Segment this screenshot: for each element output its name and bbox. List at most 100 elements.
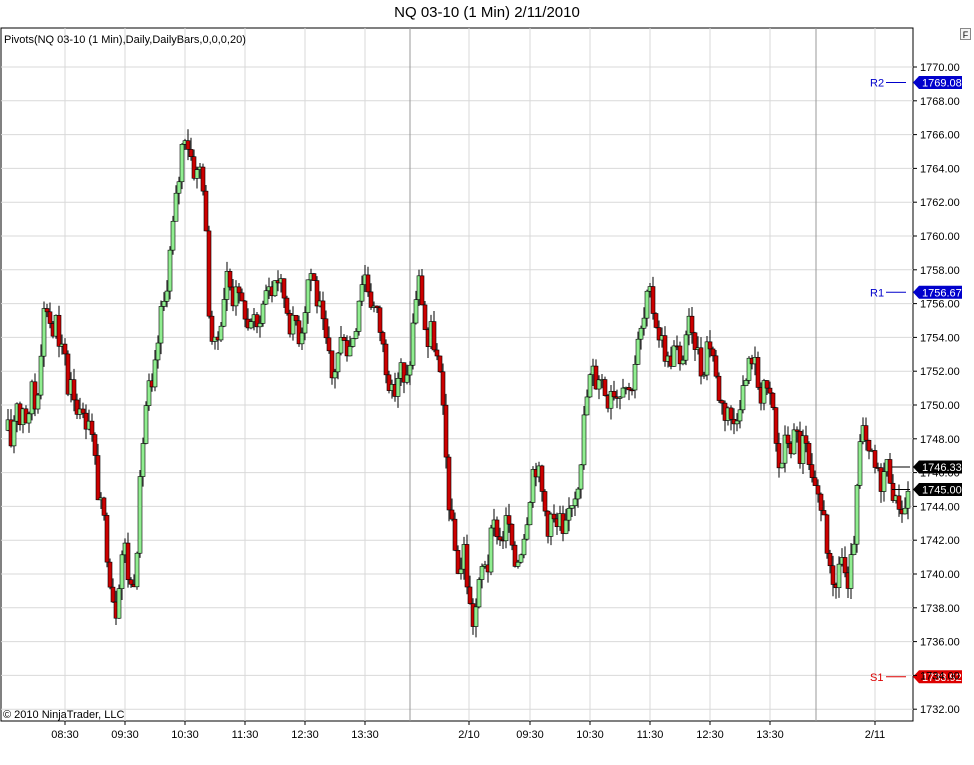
candle-body-up [737,409,743,422]
candle-body-up [515,561,521,567]
candle-body-up [743,380,749,386]
candle-body-down [368,291,374,308]
candle-body-up [194,169,200,179]
badge-value: 1769.08 [922,78,962,90]
candle [137,470,143,558]
candle-body-up [173,192,179,222]
candle [437,355,443,373]
candle-body-down [866,439,872,452]
candle [716,372,722,403]
candle-body-down [56,314,62,347]
candle-body-up [848,554,854,589]
candle-body-up [635,338,641,365]
candle-body-up [641,317,647,329]
candle-body-up [458,568,464,574]
candle [206,225,212,319]
candle-body-down [689,315,695,334]
price-chart[interactable]: R2 1769.08R1 1756.67S1 1733.92 1732.001734.… [0,0,974,765]
candle-body-down [227,271,233,288]
candle-body-up [218,325,224,341]
candle-body-up [116,588,122,619]
candle-body-down [770,392,776,408]
candle-body-up [158,306,164,344]
candle [488,524,494,576]
y-tick-label: 1752.00 [920,366,960,378]
candle-body-up [680,359,686,365]
x-axis[interactable]: 08:30 09:30 10:30 11:30 12:30 13:30 2/10 09:30 1… [51,721,885,741]
candle-body-up [620,387,626,398]
candle [311,273,317,282]
candle-body-down [281,278,287,299]
candle [104,512,110,568]
copyright-notice: © 2010 NinjaTrader, LLC [3,709,125,721]
candle-body-down [698,347,704,377]
y-tick-label: 1758.00 [920,265,960,277]
panel-format-button[interactable]: F [960,28,971,40]
candle [116,584,122,619]
candle [143,401,149,445]
y-tick-label: 1762.00 [920,197,960,209]
candle-body-up [35,394,41,410]
candle [857,434,863,489]
candle-body-up [476,579,482,608]
candle-body-down [323,318,329,339]
candle [203,184,209,232]
candle-body-up [524,524,530,540]
y-axis[interactable]: 1732.00 1734.00 1736.00 1738.00 1740.00 1742.… [913,62,960,716]
candle-body-up [473,606,479,627]
candle-body-down [713,355,719,377]
candle-body-down [62,343,68,355]
candle-body-down [128,579,134,585]
x-tick-label: 11:30 [232,729,259,741]
candle-body-down [803,435,809,444]
candle-body-up [335,352,341,373]
y-tick-label: 1768.00 [920,96,960,108]
y-tick-label: 1734.00 [920,670,960,682]
candle-body-down [326,337,332,352]
candle-body-down [692,332,698,350]
candle-body-up [644,290,650,319]
candle-body-down [239,292,245,302]
candle-body-down [719,400,725,404]
candle-body-down [827,552,833,567]
candle-body-down [443,404,449,458]
candle [170,215,176,255]
candle [422,301,428,331]
candle-body-down [188,149,194,157]
candle-body-down [431,321,437,351]
candle-body-down [320,300,326,320]
candle-body-up [332,371,338,379]
y-tick-label: 1740.00 [920,569,960,581]
candle-body-up [407,364,413,376]
candle [476,577,482,609]
badge-value: 1756.67 [922,287,962,299]
candle-body-down [110,586,116,603]
candle-body-down [203,190,209,232]
y-tick-label: 1732.00 [920,704,960,716]
y-tick-label: 1770.00 [920,62,960,74]
candle-body-up [170,220,176,251]
candle-body-down [818,493,824,511]
candle-body-down [92,434,98,456]
candle-body-up [632,364,638,391]
candle-body-up [581,414,587,466]
candle-body-up [302,312,308,334]
candle-body-up [740,385,746,411]
candle-body-down [497,536,503,541]
candle-body-down [452,518,458,551]
candle-body-down [830,565,836,585]
candle-body-down [506,515,512,525]
candle-body-up [572,498,578,506]
candle-body-up [41,308,47,357]
candle-body-down [809,464,815,478]
pivot-label: S1 [870,672,883,684]
candle-body-down [449,509,455,520]
candle-body-down [755,357,761,388]
x-tick-label: 10:30 [576,729,604,741]
candle-body-down [383,343,389,376]
candle-body-up [857,441,863,486]
pivot-label: R2 [870,78,884,90]
candle [602,376,608,397]
x-tick-label: 10:30 [171,729,199,741]
y-tick-label: 1764.00 [920,163,960,175]
